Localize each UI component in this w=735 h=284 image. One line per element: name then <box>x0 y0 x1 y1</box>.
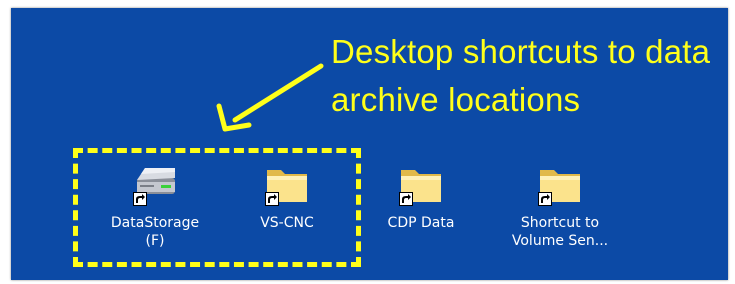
icon-label: VS-CNC <box>260 215 314 231</box>
desktop-icon-volume-sen[interactable]: Shortcut to Volume Sen... <box>500 158 620 250</box>
drive-icon <box>131 158 179 208</box>
folder-icon <box>397 158 445 208</box>
icon-label: CDP Data <box>387 215 455 231</box>
icon-label: DataStorage (F) <box>110 215 200 249</box>
icon-label: Shortcut to Volume Sen... <box>511 215 609 249</box>
desktop-icon-vs-cnc[interactable]: VS-CNC <box>227 158 347 232</box>
shortcut-arrow-icon <box>538 192 552 206</box>
screenshot-frame: Desktop shortcuts to data archive locati… <box>0 0 735 284</box>
folder-icon <box>536 158 584 208</box>
desktop-icon-datastorage[interactable]: DataStorage (F) <box>95 158 215 250</box>
desktop-area: Desktop shortcuts to data archive locati… <box>11 8 728 280</box>
shortcut-arrow-icon <box>133 192 147 206</box>
shortcut-arrow-icon <box>399 192 413 206</box>
desktop-icon-cdp-data[interactable]: CDP Data <box>361 158 481 232</box>
annotation-callout: Desktop shortcuts to data archive locati… <box>331 33 711 118</box>
shortcut-arrow-icon <box>265 192 279 206</box>
folder-icon <box>263 158 311 208</box>
